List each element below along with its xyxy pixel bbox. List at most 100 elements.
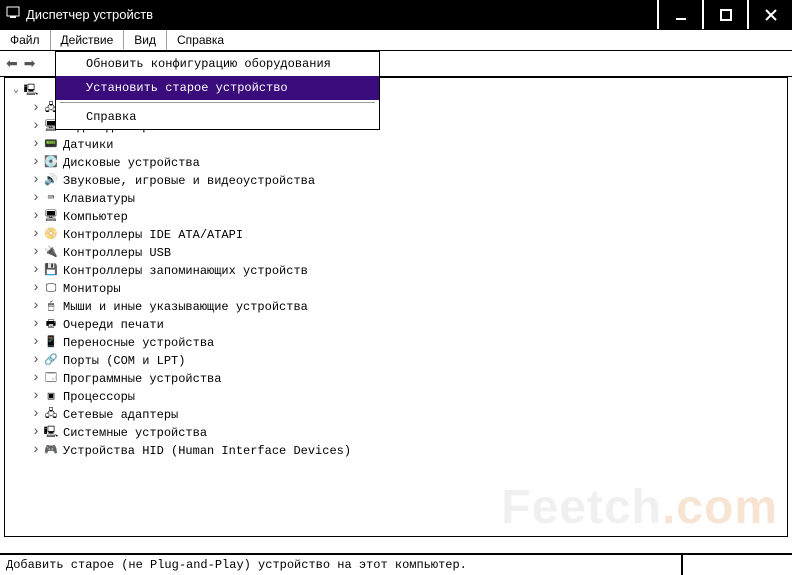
- tree-item[interactable]: 🖵Мониторы: [9, 280, 783, 298]
- expand-icon[interactable]: [29, 279, 43, 299]
- tree-item[interactable]: ▣Процессоры: [9, 388, 783, 406]
- printer-icon: 🖶: [43, 317, 59, 333]
- tree-item[interactable]: ⌨Клавиатуры: [9, 190, 783, 208]
- menu-view[interactable]: Вид: [124, 30, 167, 50]
- network-icon: 🖧: [43, 407, 59, 423]
- computer-icon: 🖳: [23, 83, 39, 99]
- expand-icon[interactable]: [29, 315, 43, 335]
- ide-icon: 📀: [43, 227, 59, 243]
- tree-item-label: Устройства HID (Human Interface Devices): [63, 442, 351, 460]
- maximize-button[interactable]: [702, 0, 747, 29]
- expand-icon[interactable]: [29, 405, 43, 425]
- tree-item-label: Контроллеры IDE ATA/ATAPI: [63, 226, 243, 244]
- tree-item-label: Программные устройства: [63, 370, 221, 388]
- tree-item-label: Датчики: [63, 136, 113, 154]
- device-tree[interactable]: 🖳 🖧 🖥Видеоадаптеры 📟Датчики 💽Дисковые ус…: [5, 78, 787, 464]
- expand-icon[interactable]: [29, 387, 43, 407]
- tree-item[interactable]: 🖥Компьютер: [9, 208, 783, 226]
- hid-icon: 🎮: [43, 443, 59, 459]
- tree-item[interactable]: 🔌Контроллеры USB: [9, 244, 783, 262]
- tree-item-label: Очереди печати: [63, 316, 164, 334]
- expand-icon[interactable]: [29, 261, 43, 281]
- tree-item-label: Сетевые адаптеры: [63, 406, 178, 424]
- menu-action[interactable]: Действие: [51, 30, 125, 50]
- close-button[interactable]: [747, 0, 792, 29]
- forward-button[interactable]: ➡: [24, 55, 36, 72]
- expand-icon[interactable]: [29, 297, 43, 317]
- tree-item[interactable]: 🔗Порты (COM и LPT): [9, 352, 783, 370]
- tree-item-label: Контроллеры USB: [63, 244, 171, 262]
- menu-help[interactable]: Справка: [167, 30, 234, 50]
- menu-item-refresh-hardware[interactable]: Обновить конфигурацию оборудования: [56, 52, 379, 76]
- system-icon: 🖳: [43, 425, 59, 441]
- tree-item-label: Клавиатуры: [63, 190, 135, 208]
- expand-icon[interactable]: [29, 189, 43, 209]
- tree-item[interactable]: 🖳Системные устройства: [9, 424, 783, 442]
- app-icon: [6, 6, 20, 23]
- keyboard-icon: ⌨: [43, 191, 59, 207]
- minimize-button[interactable]: [657, 0, 702, 29]
- back-button[interactable]: ⬅: [6, 55, 18, 72]
- monitor-icon: 🖵: [43, 281, 59, 297]
- menu-item-help[interactable]: Справка: [56, 105, 379, 129]
- expand-icon[interactable]: [29, 153, 43, 173]
- expand-icon[interactable]: [29, 99, 43, 119]
- expand-icon[interactable]: [29, 423, 43, 443]
- status-bar: Добавить старое (не Plug-and-Play) устро…: [0, 553, 792, 575]
- status-text: Добавить старое (не Plug-and-Play) устро…: [0, 555, 682, 575]
- tree-item[interactable]: 📟Датчики: [9, 136, 783, 154]
- menu-separator: [60, 102, 375, 103]
- menu-file[interactable]: Файл: [0, 30, 51, 50]
- tree-item[interactable]: 📀Контроллеры IDE ATA/ATAPI: [9, 226, 783, 244]
- expand-icon[interactable]: [9, 82, 23, 100]
- device-tree-container: 🖳 🖧 🖥Видеоадаптеры 📟Датчики 💽Дисковые ус…: [4, 77, 788, 537]
- mouse-icon: 🖱: [43, 299, 59, 315]
- tree-item-label: Системные устройства: [63, 424, 207, 442]
- cpu-icon: ▣: [43, 389, 59, 405]
- title-bar: Диспетчер устройств: [0, 0, 792, 30]
- tree-item-label: Мыши и иные указывающие устройства: [63, 298, 308, 316]
- tree-item-label: Звуковые, игровые и видеоустройства: [63, 172, 315, 190]
- expand-icon[interactable]: [29, 351, 43, 371]
- tree-item-label: Дисковые устройства: [63, 154, 200, 172]
- tree-item-label: Процессоры: [63, 388, 135, 406]
- sensor-icon: 📟: [43, 137, 59, 153]
- expand-icon[interactable]: [29, 441, 43, 461]
- tree-item[interactable]: 📱Переносные устройства: [9, 334, 783, 352]
- usb-icon: 🔌: [43, 245, 59, 261]
- window-title: Диспетчер устройств: [26, 7, 153, 22]
- title-bar-left: Диспетчер устройств: [0, 6, 153, 23]
- tree-item[interactable]: 💾Контроллеры запоминающих устройств: [9, 262, 783, 280]
- action-menu-dropdown: Обновить конфигурацию оборудования Устан…: [55, 51, 380, 130]
- menu-bar: Файл Действие Вид Справка: [0, 30, 792, 51]
- tree-item[interactable]: 🖱Мыши и иные указывающие устройства: [9, 298, 783, 316]
- tree-item-label: Контроллеры запоминающих устройств: [63, 262, 308, 280]
- audio-icon: 🔊: [43, 173, 59, 189]
- tree-item-label: Порты (COM и LPT): [63, 352, 185, 370]
- tree-item-label: Мониторы: [63, 280, 121, 298]
- expand-icon[interactable]: [29, 171, 43, 191]
- expand-icon[interactable]: [29, 207, 43, 227]
- tree-item[interactable]: 💽Дисковые устройства: [9, 154, 783, 172]
- tree-item[interactable]: 🔊Звуковые, игровые и видеоустройства: [9, 172, 783, 190]
- status-right: [682, 555, 792, 575]
- ports-icon: 🔗: [43, 353, 59, 369]
- window-controls: [657, 0, 792, 29]
- tree-item[interactable]: 🖧Сетевые адаптеры: [9, 406, 783, 424]
- tree-item-label: Компьютер: [63, 208, 128, 226]
- software-icon: 🗔: [43, 371, 59, 387]
- tree-item[interactable]: 🎮Устройства HID (Human Interface Devices…: [9, 442, 783, 460]
- expand-icon[interactable]: [29, 135, 43, 155]
- expand-icon[interactable]: [29, 117, 43, 137]
- portable-icon: 📱: [43, 335, 59, 351]
- tree-item[interactable]: 🖶Очереди печати: [9, 316, 783, 334]
- expand-icon[interactable]: [29, 243, 43, 263]
- menu-item-install-legacy[interactable]: Установить старое устройство: [56, 76, 379, 100]
- tree-item[interactable]: 🗔Программные устройства: [9, 370, 783, 388]
- tree-item-label: Переносные устройства: [63, 334, 214, 352]
- storage-icon: 💾: [43, 263, 59, 279]
- expand-icon[interactable]: [29, 369, 43, 389]
- disk-icon: 💽: [43, 155, 59, 171]
- expand-icon[interactable]: [29, 225, 43, 245]
- expand-icon[interactable]: [29, 333, 43, 353]
